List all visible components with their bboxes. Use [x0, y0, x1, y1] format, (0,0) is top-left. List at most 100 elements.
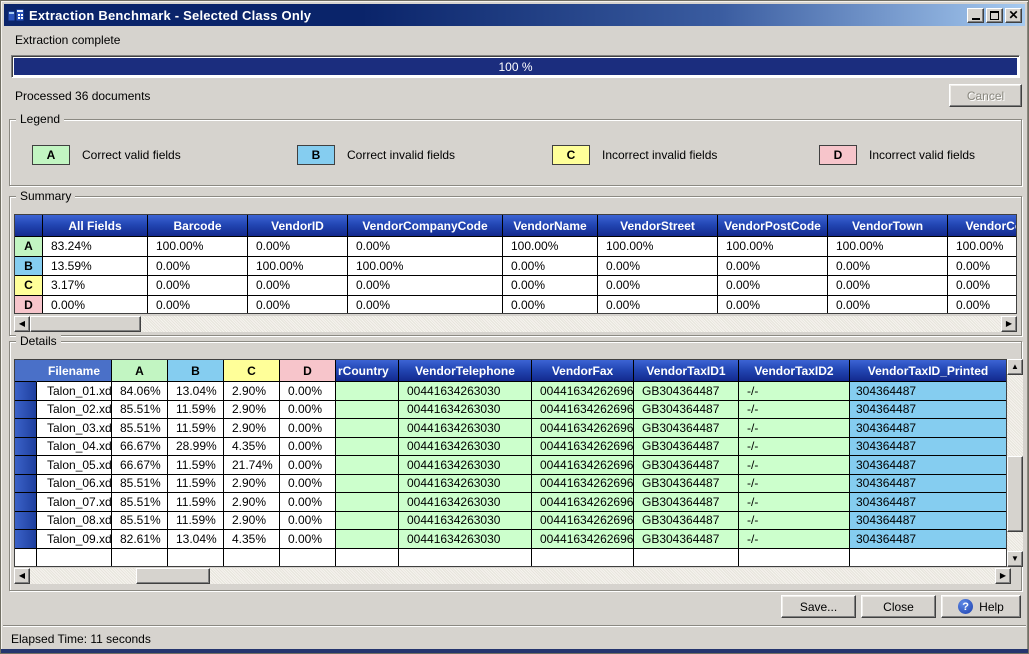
details-cell: -/- [739, 475, 850, 494]
summary-cell: 0.00% [248, 276, 348, 296]
details-cell: 00441634263030 [399, 475, 532, 494]
details-cell: 00441634262696 [532, 530, 634, 549]
summary-hscroll-left-arrow-icon[interactable]: ◀ [14, 316, 30, 332]
details-filename-cell: Talon_07.xdc [37, 493, 112, 512]
summary-cell: 100.00% [718, 237, 828, 257]
progress-percent: 100 % [12, 56, 1019, 77]
details-cell: 2.90% [224, 382, 280, 401]
summary-cell: 100.00% [248, 257, 348, 277]
summary-row-key: A [15, 237, 43, 257]
row-selector[interactable] [15, 475, 37, 494]
details-cell: 304364487 [850, 401, 1007, 420]
summary-cell: 100.00% [503, 237, 598, 257]
details-cell: GB304364487 [634, 493, 739, 512]
summary-cell: 0.00% [148, 257, 248, 277]
summary-cell: 0.00% [503, 276, 598, 296]
details-cell: 00441634263030 [399, 512, 532, 531]
details-vscroll-thumb[interactable] [1007, 456, 1023, 532]
row-selector[interactable] [15, 438, 37, 457]
summary-column-header: VendorTown [828, 215, 948, 237]
details-cell: 00441634262696 [532, 456, 634, 475]
summary-column-header: VendorStreet [598, 215, 718, 237]
maximize-button[interactable] [986, 8, 1003, 23]
minimize-button[interactable] [967, 8, 984, 23]
legend-item-label: Correct valid fields [82, 148, 181, 162]
details-vscroll-track[interactable]: ▲ ▼ [1007, 359, 1023, 567]
details-cell: 304364487 [850, 475, 1007, 494]
extraction-status-text: Extraction complete [15, 33, 120, 47]
summary-cell: 0.00% [598, 276, 718, 296]
summary-table: All FieldsBarcodeVendorIDVendorCompanyCo… [14, 214, 1017, 314]
row-selector[interactable] [15, 456, 37, 475]
details-vscroll-down-arrow-icon[interactable]: ▼ [1007, 551, 1023, 567]
details-filename-cell: Talon_04.xdc [37, 438, 112, 457]
details-cell: 66.67% [112, 456, 168, 475]
row-selector[interactable] [15, 530, 37, 549]
details-hscroll-track[interactable]: ◀ ▶ [14, 568, 1011, 584]
summary-hscroll-track[interactable]: ◀ ▶ [14, 316, 1017, 332]
summary-corner-cell [15, 215, 43, 237]
details-filename-cell: Talon_06.xdc [37, 475, 112, 494]
summary-column-header: VendorName [503, 215, 598, 237]
details-hscroll-thumb[interactable] [136, 568, 210, 584]
row-selector[interactable] [15, 382, 37, 401]
details-cell: 11.59% [168, 401, 224, 420]
minimize-icon [972, 18, 980, 20]
summary-cell: 0.00% [948, 296, 1017, 315]
summary-column-header: VendorID [248, 215, 348, 237]
details-cell: 00441634263030 [399, 401, 532, 420]
details-hscroll-left-arrow-icon[interactable]: ◀ [14, 568, 30, 584]
details-column-header: VendorTaxID_Printed [850, 360, 1007, 382]
window-bottom-edge [1, 649, 1028, 653]
details-cell: 00441634263030 [399, 438, 532, 457]
details-cell [336, 456, 399, 475]
legend-swatch-C: C [552, 145, 590, 165]
summary-hscroll-thumb[interactable] [30, 316, 141, 332]
close-dialog-button[interactable]: Close [861, 595, 936, 618]
save-button[interactable]: Save... [781, 595, 856, 618]
help-button[interactable]: ? Help [941, 595, 1021, 618]
details-vscroll-up-arrow-icon[interactable]: ▲ [1007, 359, 1023, 375]
summary-cell: 0.00% [718, 257, 828, 277]
row-selector[interactable] [15, 419, 37, 438]
details-cell: -/- [739, 419, 850, 438]
legend-group: Legend ACorrect valid fieldsBCorrect inv… [9, 119, 1022, 186]
summary-row-key: B [15, 257, 43, 277]
legend-item-D: DIncorrect valid fields [819, 144, 975, 166]
summary-cell: 0.00% [718, 276, 828, 296]
summary-group-title: Summary [16, 189, 75, 203]
details-cell: 0.00% [280, 475, 336, 494]
close-button[interactable]: ✕ [1005, 8, 1022, 23]
details-cell: 13.04% [168, 382, 224, 401]
details-cell: GB304364487 [634, 438, 739, 457]
details-empty-cell [168, 549, 224, 567]
row-selector[interactable] [15, 401, 37, 420]
summary-cell: 0.00% [148, 296, 248, 315]
details-cell: GB304364487 [634, 530, 739, 549]
title-bar[interactable]: Extraction Benchmark - Selected Class On… [4, 4, 1025, 26]
details-cell [336, 419, 399, 438]
details-empty-cell [224, 549, 280, 567]
row-selector[interactable] [15, 512, 37, 531]
details-column-header: VendorTaxID1 [634, 360, 739, 382]
row-selector[interactable] [15, 493, 37, 512]
summary-cell: 0.00% [503, 257, 598, 277]
details-cell: 0.00% [280, 456, 336, 475]
details-cell: 0.00% [280, 530, 336, 549]
details-cell: -/- [739, 438, 850, 457]
details-cell: -/- [739, 401, 850, 420]
details-filename-cell: Talon_02.xdc [37, 401, 112, 420]
details-row: Talon_07.xdc85.51%11.59%2.90%0.00%004416… [15, 493, 1006, 512]
details-cell: 00441634262696 [532, 401, 634, 420]
summary-row-key: D [15, 296, 43, 315]
details-cell: 85.51% [112, 419, 168, 438]
details-cell: 00441634262696 [532, 493, 634, 512]
summary-cell: 0.00% [718, 296, 828, 315]
summary-hscroll-right-arrow-icon[interactable]: ▶ [1001, 316, 1017, 332]
details-hscroll-right-arrow-icon[interactable]: ▶ [995, 568, 1011, 584]
cancel-button[interactable]: Cancel [949, 84, 1022, 107]
summary-header-row: All FieldsBarcodeVendorIDVendorCompanyCo… [15, 215, 1016, 237]
details-cell: 00441634263030 [399, 493, 532, 512]
details-empty-cell [112, 549, 168, 567]
details-row: Talon_03.xdc85.51%11.59%2.90%0.00%004416… [15, 419, 1006, 438]
